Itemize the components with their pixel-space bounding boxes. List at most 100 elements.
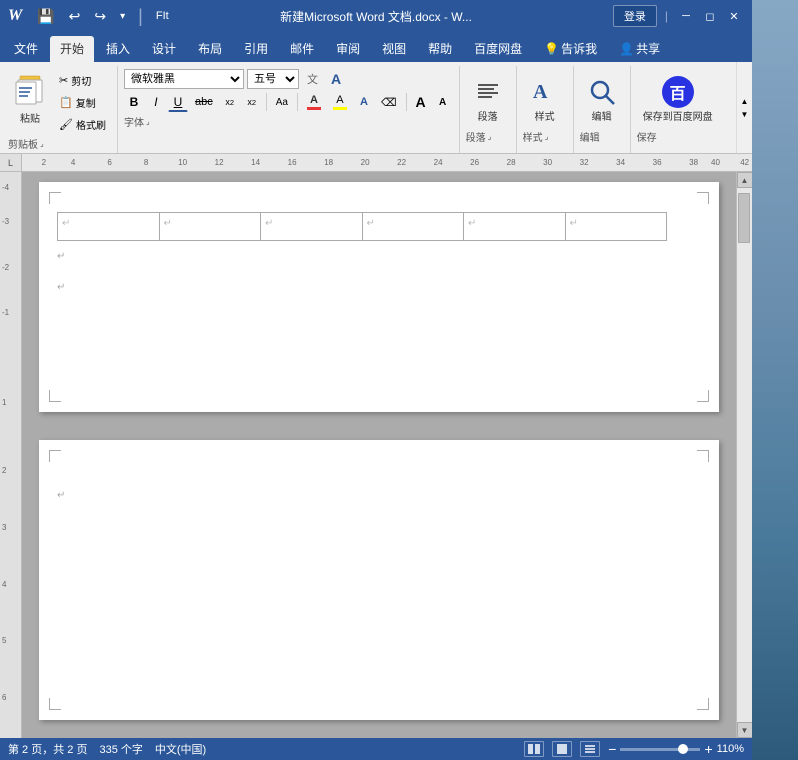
corner-mark-tr-p1 [697,192,709,204]
zoom-thumb[interactable] [678,744,688,754]
web-layout-btn[interactable] [552,741,572,757]
format-painter-button[interactable]: 🖌 格式刷 [54,114,111,134]
tab-design[interactable]: 设计 [142,36,186,62]
corner-mark-bl-p1 [49,390,61,402]
baidu-save-btn[interactable]: 百 保存到百度网盘 [637,72,719,127]
copy-button[interactable]: 📋 复制 [54,92,111,112]
scroll-up-btn[interactable]: ▲ [737,172,753,188]
styles-svg: A [529,76,561,108]
page-1[interactable]: ↵ ↵ ↵ ↵ ↵ ↵ ↵ ↵ [39,182,719,412]
word-icon: W [8,7,22,25]
baidu-icon: 百 [662,76,694,108]
left-ruler-mark-4: -4 [2,183,9,192]
font-color-btn[interactable]: A [302,92,326,112]
tab-references[interactable]: 引用 [234,36,278,62]
paste-button[interactable]: 粘贴 [8,68,52,129]
baidu-group-label: 保存 [637,127,657,144]
page-view-icon [555,742,569,756]
tab-help[interactable]: 帮助 [418,36,462,62]
font-group-label[interactable]: 字体 ⌟ [124,112,150,129]
language: 中文(中国) [155,741,206,757]
font-style-btn[interactable]: FIt [151,8,174,24]
corner-mark-tr-p2 [697,450,709,462]
strikethrough-button[interactable]: abc [190,92,218,112]
scroll-thumb[interactable] [738,193,750,243]
tab-home[interactable]: 开始 [50,36,94,62]
tab-view[interactable]: 视图 [372,36,416,62]
italic-button[interactable]: I [146,92,166,112]
ruler-4: 4 [71,158,75,167]
clear-format-btn[interactable]: A [326,69,346,89]
editing-btn[interactable]: 编辑 [580,72,624,127]
scroll-track[interactable] [737,188,752,722]
superscript-button[interactable]: x2 [242,92,262,112]
page-2[interactable]: ↵ [39,440,719,720]
font-selects-row: 微软雅黑 五号 文 A [124,69,453,89]
tab-layout[interactable]: 布局 [188,36,232,62]
wen-icon-btn[interactable]: 文 [302,69,323,89]
text-effect-btn[interactable]: A [354,92,374,112]
save-quick-btn[interactable]: 💾 [32,6,59,27]
clipboard-group-label[interactable]: 剪贴板 ⌟ [8,134,44,151]
tab-file[interactable]: 文件 [4,36,48,62]
ribbon-scroll-down[interactable]: ▼ [737,108,752,121]
styles-group-label[interactable]: 样式 ⌟ [523,127,549,144]
font-size-select[interactable]: 五号 [247,69,299,89]
ruler-30: 30 [543,158,552,167]
outline-view-btn[interactable] [580,741,600,757]
login-button[interactable]: 登录 [613,5,657,27]
word-window: W 💾 ↩ ↪ ▾ | FIt 新建Microsoft Word 文档.docx… [0,0,752,760]
para-expand-icon[interactable]: ⌟ [488,132,492,141]
minimize-button[interactable]: ─ [676,6,696,26]
clipboard-content: 粘贴 ✂ 剪切 📋 复制 🖌 格式刷 [8,68,111,134]
subscript-button[interactable]: x2 [220,92,240,112]
grow-font-btn[interactable]: A [411,92,431,112]
tab-review[interactable]: 审阅 [326,36,370,62]
tab-insert[interactable]: 插入 [96,36,140,62]
customize-btn[interactable]: ▾ [115,9,130,24]
ruler-corner[interactable]: L [0,154,22,172]
title-bar-right: 登录 | ─ ◻ ✕ [613,5,744,27]
underline-button[interactable]: U [168,92,188,112]
font-name-select[interactable]: 微软雅黑 [124,69,244,89]
styles-btn[interactable]: A 样式 [523,72,567,127]
styles-expand-icon[interactable]: ⌟ [545,132,549,141]
clipboard-group: 粘贴 ✂ 剪切 📋 复制 🖌 格式刷 [4,66,118,153]
zoom-out-btn[interactable]: − [608,741,616,757]
zoom-in-btn[interactable]: + [704,741,712,757]
ruler-28: 28 [507,158,516,167]
highlight-btn[interactable]: A [328,92,352,112]
shrink-font-btn[interactable]: A [433,92,453,112]
clipboard-expand-icon[interactable]: ⌟ [40,139,44,148]
left-ruler-mark-4p: 4 [2,580,6,589]
tab-baidu[interactable]: 百度网盘 [464,36,532,62]
tab-mailings[interactable]: 邮件 [280,36,324,62]
ribbon-scroll-up[interactable]: ▲ [737,95,752,108]
change-case-btn[interactable]: Aa [271,92,293,112]
vertical-scrollbar[interactable]: ▲ ▼ [736,172,752,738]
undo-btn[interactable]: ↩ [64,6,86,27]
paragraph-group-label[interactable]: 段落 ⌟ [466,127,492,144]
eraser-btn[interactable]: ⌫ [376,92,402,112]
redo-btn[interactable]: ↪ [89,6,111,27]
styles-group: A 样式 样式 ⌟ [519,66,574,153]
close-button[interactable]: ✕ [724,6,744,26]
ruler-24: 24 [434,158,443,167]
paragraph-btn[interactable]: 段落 [466,72,510,127]
table-row: ↵ ↵ ↵ ↵ ↵ ↵ [58,213,667,241]
tab-tell-me[interactable]: 💡 告诉我 [534,36,607,62]
cell-return-2: ↵ [164,218,172,229]
paragraph-icon [472,76,504,108]
bold-button[interactable]: B [124,92,144,112]
doc-table[interactable]: ↵ ↵ ↵ ↵ ↵ ↵ [57,212,667,241]
print-layout-btn[interactable] [524,741,544,757]
zoom-track[interactable] [620,748,700,751]
font-color-bar [307,107,321,110]
page-info: 第 2 页，共 2 页 [8,741,87,757]
scroll-down-btn[interactable]: ▼ [737,722,753,738]
restore-button[interactable]: ◻ [700,6,720,26]
document-scroll-area[interactable]: ↵ ↵ ↵ ↵ ↵ ↵ ↵ ↵ [22,172,736,738]
cut-button[interactable]: ✂ 剪切 [54,70,111,90]
font-expand-icon[interactable]: ⌟ [146,117,150,126]
tab-share[interactable]: 👤 共享 [609,36,670,62]
